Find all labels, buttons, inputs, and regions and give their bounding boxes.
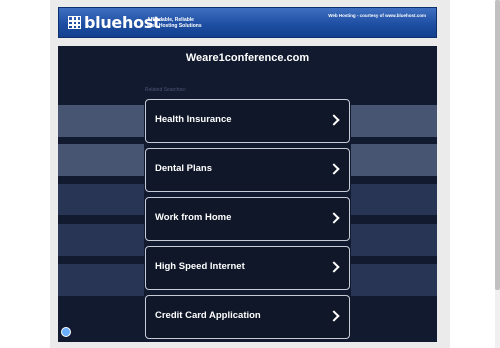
chevron-right-icon — [328, 212, 340, 224]
side-band-right — [351, 184, 437, 215]
bluehost-banner[interactable]: bluehost Affordable, Reliable Web Hostin… — [58, 7, 437, 38]
side-band-right — [351, 264, 437, 296]
related-link-health-insurance[interactable]: Health Insurance — [145, 99, 350, 143]
link-label: Dental Plans — [155, 163, 213, 174]
side-band-left — [58, 184, 144, 215]
chevron-right-icon — [328, 163, 340, 175]
side-band-left — [58, 264, 144, 296]
domain-title: Weare1conference.com — [185, 52, 310, 64]
related-link-dental-plans[interactable]: Dental Plans — [145, 148, 350, 192]
courtesy-text: Web Hosting - courtesy of www.bluehost.c… — [328, 13, 426, 18]
chevron-right-icon — [328, 310, 340, 322]
link-label: Health Insurance — [155, 114, 232, 125]
privacy-icon[interactable] — [61, 327, 71, 337]
related-link-work-from-home[interactable]: Work from Home — [145, 197, 350, 241]
banner-tagline: Affordable, Reliable Web Hosting Solutio… — [147, 17, 227, 29]
side-band-left — [58, 105, 144, 137]
tagline-line-2: Web Hosting Solutions — [147, 23, 202, 29]
bluehost-logo-icon — [68, 16, 81, 29]
side-band-left — [58, 144, 144, 176]
side-band-right — [351, 144, 437, 176]
parked-domain-panel: Weare1conference.com Related Searches: H… — [58, 46, 437, 342]
link-label: Work from Home — [155, 212, 232, 223]
link-label: High Speed Internet — [155, 261, 245, 272]
related-link-high-speed-internet[interactable]: High Speed Internet — [145, 246, 350, 290]
vertical-scrollbar[interactable] — [495, 0, 500, 348]
side-band-right — [351, 105, 437, 137]
side-band-left — [58, 224, 144, 256]
link-label: Credit Card Application — [155, 310, 261, 321]
related-link-credit-card-application[interactable]: Credit Card Application — [145, 295, 350, 339]
scrollbar-thumb[interactable] — [495, 0, 500, 290]
chevron-right-icon — [328, 261, 340, 273]
side-band-right — [351, 224, 437, 256]
related-searches-label: Related Searches: — [145, 87, 187, 93]
chevron-right-icon — [328, 114, 340, 126]
